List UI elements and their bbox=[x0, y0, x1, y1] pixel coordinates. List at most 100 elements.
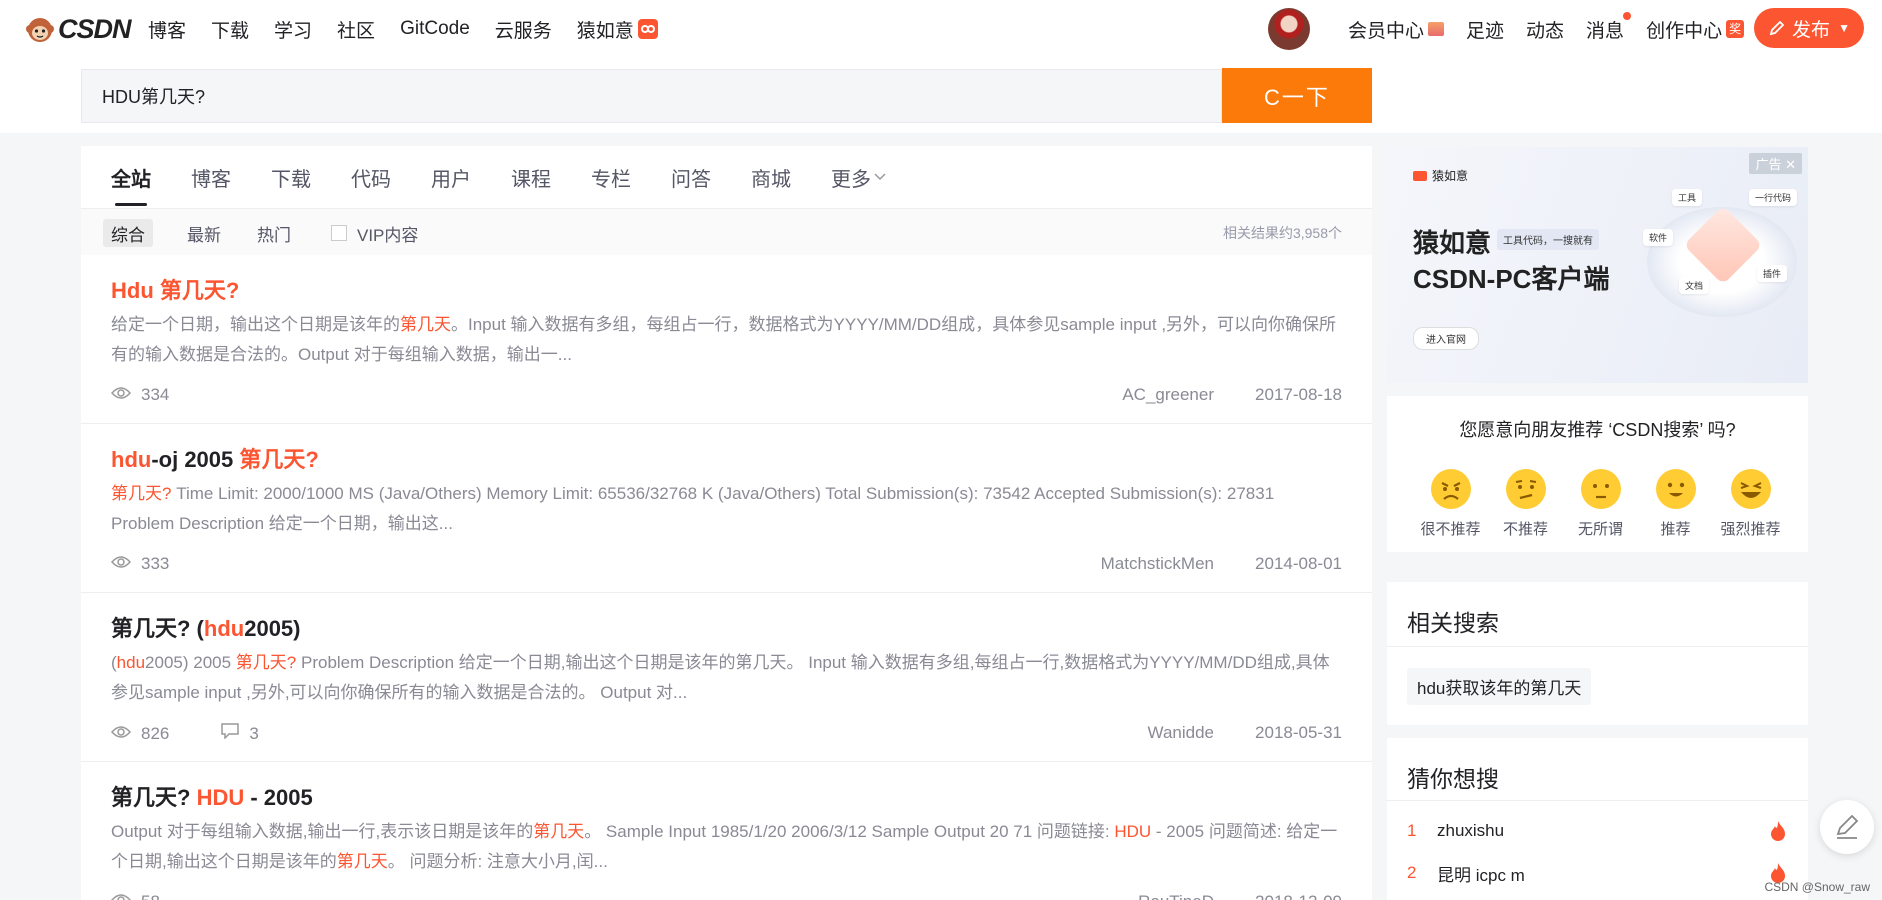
author-link[interactable]: Wanidde bbox=[1148, 723, 1214, 743]
view-count: 826 bbox=[141, 723, 170, 743]
nav-item-learn[interactable]: 学习 bbox=[274, 16, 312, 43]
guess-title: 猜你想搜 bbox=[1407, 766, 1499, 792]
rating-likely[interactable]: 推荐 bbox=[1638, 468, 1713, 539]
rating-unlikely[interactable]: 不推荐 bbox=[1488, 468, 1563, 539]
related-searches: 相关搜索 hdu获取该年的第几天 bbox=[1387, 582, 1808, 725]
search-result: hdu-oj 2005 第几天? 第几天? Time Limit: 2000/10… bbox=[81, 424, 1372, 593]
checkbox[interactable] bbox=[331, 225, 347, 241]
rating-very-unlikely[interactable]: 很不推荐 bbox=[1413, 468, 1488, 539]
result-snippet[interactable]: 给定一个日期，输出这个日期是该年的第几天。Input 输入数据有多组，每组占一行… bbox=[111, 310, 1341, 370]
tab-user[interactable]: 用户 bbox=[431, 146, 471, 208]
result-title-link[interactable]: Hdu 第几天? bbox=[111, 273, 239, 305]
author-link[interactable]: MatchstickMen bbox=[1101, 554, 1214, 574]
close-icon: ✕ bbox=[1785, 157, 1796, 172]
ad-brand: 猿如意 bbox=[1413, 167, 1468, 184]
unread-dot bbox=[1623, 11, 1632, 20]
result-stats: 826 3 bbox=[110, 723, 259, 744]
result-title-link[interactable]: 第几天? (hdu2005) bbox=[111, 611, 301, 643]
category-tabs: 全站 博客 下载 代码 用户 课程 专栏 问答 商城 更多 bbox=[111, 146, 926, 208]
snippet-segment: HDU bbox=[1114, 822, 1152, 841]
divider bbox=[1387, 646, 1808, 647]
survey-question: 您愿意向朋友推荐 ‘CSDN搜索’ 吗? bbox=[1459, 420, 1736, 440]
nav-item-yuanruyi[interactable]: 猿如意 bbox=[577, 16, 658, 43]
filter-hot[interactable]: 热门 bbox=[249, 219, 299, 247]
filter-latest[interactable]: 最新 bbox=[179, 219, 229, 247]
ad-enter-button[interactable]: 进入官网 bbox=[1413, 327, 1479, 350]
tab-blog[interactable]: 博客 bbox=[191, 146, 231, 208]
author-link[interactable]: RouTineD bbox=[1138, 892, 1214, 900]
rating-neutral[interactable]: 无所谓 bbox=[1563, 468, 1638, 539]
reward-badge: 奖 bbox=[1726, 20, 1745, 38]
eye-icon bbox=[110, 892, 132, 900]
creator-center-link[interactable]: 创作中心 奖 bbox=[1646, 16, 1745, 43]
nav-item-download[interactable]: 下载 bbox=[211, 16, 249, 43]
tab-all[interactable]: 全站 bbox=[111, 146, 151, 208]
result-snippet[interactable]: Output 对于每组输入数据,输出一行,表示该日期是该年的第几天。 Sampl… bbox=[111, 817, 1341, 877]
tab-qa[interactable]: 问答 bbox=[671, 146, 711, 208]
divider bbox=[1387, 800, 1808, 801]
guess-item[interactable]: 1 zhuxishu bbox=[1407, 816, 1787, 846]
snippet-segment: 第几天 bbox=[400, 315, 451, 334]
snippet-segment: Output 对于每组输入数据,输出一行,表示该日期是该年的 bbox=[111, 822, 534, 841]
ad-subhead: CSDN-PC客户端 bbox=[1413, 264, 1610, 294]
result-title-link[interactable]: 第几天? HDU - 2005 bbox=[111, 780, 313, 812]
guess-item[interactable]: 2 昆明 icpc m bbox=[1407, 858, 1787, 888]
ad-chip: 一行代码 bbox=[1749, 189, 1798, 206]
result-snippet[interactable]: (hdu2005) 2005 第几天? Problem Description … bbox=[111, 648, 1341, 708]
title-segment: 2005) bbox=[244, 616, 301, 641]
dynamic-link[interactable]: 动态 bbox=[1526, 16, 1564, 43]
result-title-link[interactable]: hdu-oj 2005 第几天? bbox=[111, 442, 319, 474]
eye-icon bbox=[110, 385, 132, 405]
tab-mall[interactable]: 商城 bbox=[751, 146, 791, 208]
ad-chip: 工具 bbox=[1672, 189, 1703, 206]
search-input[interactable]: HDU第几天? bbox=[81, 69, 1222, 123]
snippet-segment: 第几天? bbox=[235, 653, 297, 672]
result-snippet[interactable]: 第几天? Time Limit: 2000/1000 MS (Java/Othe… bbox=[111, 479, 1341, 539]
publish-date: 2018-12-09 bbox=[1255, 892, 1342, 900]
publish-button[interactable]: 发布 ▼ bbox=[1754, 8, 1864, 48]
ad-chip: 插件 bbox=[1757, 265, 1788, 282]
nav-item-community[interactable]: 社区 bbox=[337, 16, 375, 43]
csdn-logo[interactable]: CSDN bbox=[24, 13, 132, 45]
yuanruyi-badge-icon bbox=[637, 19, 658, 39]
chevron-down-icon bbox=[874, 173, 886, 181]
filter-comprehensive[interactable]: 综合 bbox=[103, 219, 153, 247]
snippet-segment: 第几天? bbox=[111, 484, 172, 503]
messages-link[interactable]: 消息 bbox=[1586, 11, 1632, 43]
monkey-mascot-icon bbox=[26, 18, 54, 42]
tab-more[interactable]: 更多 bbox=[831, 146, 886, 208]
tab-code[interactable]: 代码 bbox=[351, 146, 391, 208]
eye-icon bbox=[110, 724, 132, 744]
snippet-segment: 第几天 bbox=[336, 852, 388, 871]
search-result: Hdu 第几天? 给定一个日期，输出这个日期是该年的第几天。Input 输入数据有… bbox=[81, 255, 1372, 424]
rating-very-likely[interactable]: 强烈推荐 bbox=[1713, 468, 1788, 539]
vip-content-checkbox[interactable]: VIP内容 bbox=[323, 219, 426, 247]
ad-close-button[interactable]: 广告 ✕ bbox=[1749, 153, 1802, 174]
caret-down-icon: ▼ bbox=[1838, 21, 1850, 35]
tab-course[interactable]: 课程 bbox=[511, 146, 551, 208]
title-segment: HDU bbox=[196, 785, 245, 810]
footprint-link[interactable]: 足迹 bbox=[1466, 16, 1504, 43]
ad-banner[interactable]: 广告 ✕ 猿如意 猿如意 工具代码，一搜就有 CSDN-PC客户端 进入官网 工… bbox=[1387, 147, 1808, 383]
user-avatar[interactable] bbox=[1268, 8, 1310, 50]
title-segment: - 2005 bbox=[244, 785, 313, 810]
nav-item-gitcode[interactable]: GitCode bbox=[400, 18, 470, 40]
publish-date: 2017-08-18 bbox=[1255, 385, 1342, 404]
author-link[interactable]: AC_greener bbox=[1122, 385, 1214, 405]
tab-download[interactable]: 下载 bbox=[271, 146, 311, 208]
tab-column[interactable]: 专栏 bbox=[591, 146, 631, 208]
write-float-button[interactable] bbox=[1820, 800, 1874, 854]
neutral-face-icon bbox=[1580, 469, 1621, 509]
ad-headline: 猿如意 bbox=[1413, 228, 1492, 258]
search-result: 第几天? (hdu2005) (hdu2005) 2005 第几天? Proble… bbox=[81, 593, 1372, 762]
vip-center-link[interactable]: 会员中心 bbox=[1348, 16, 1445, 43]
view-count: 58 bbox=[141, 892, 160, 900]
title-segment: Hdu 第几天? bbox=[111, 278, 240, 303]
ad-chip: 文档 bbox=[1679, 277, 1710, 294]
nav-item-blog[interactable]: 博客 bbox=[148, 16, 186, 43]
search-button[interactable]: C一下 bbox=[1222, 68, 1372, 123]
watermark: CSDN @Snow_raw bbox=[1764, 880, 1870, 894]
related-search-tag[interactable]: hdu获取该年的第几天 bbox=[1407, 668, 1592, 705]
nav-item-cloud[interactable]: 云服务 bbox=[495, 16, 552, 43]
title-segment: hdu bbox=[203, 616, 245, 641]
